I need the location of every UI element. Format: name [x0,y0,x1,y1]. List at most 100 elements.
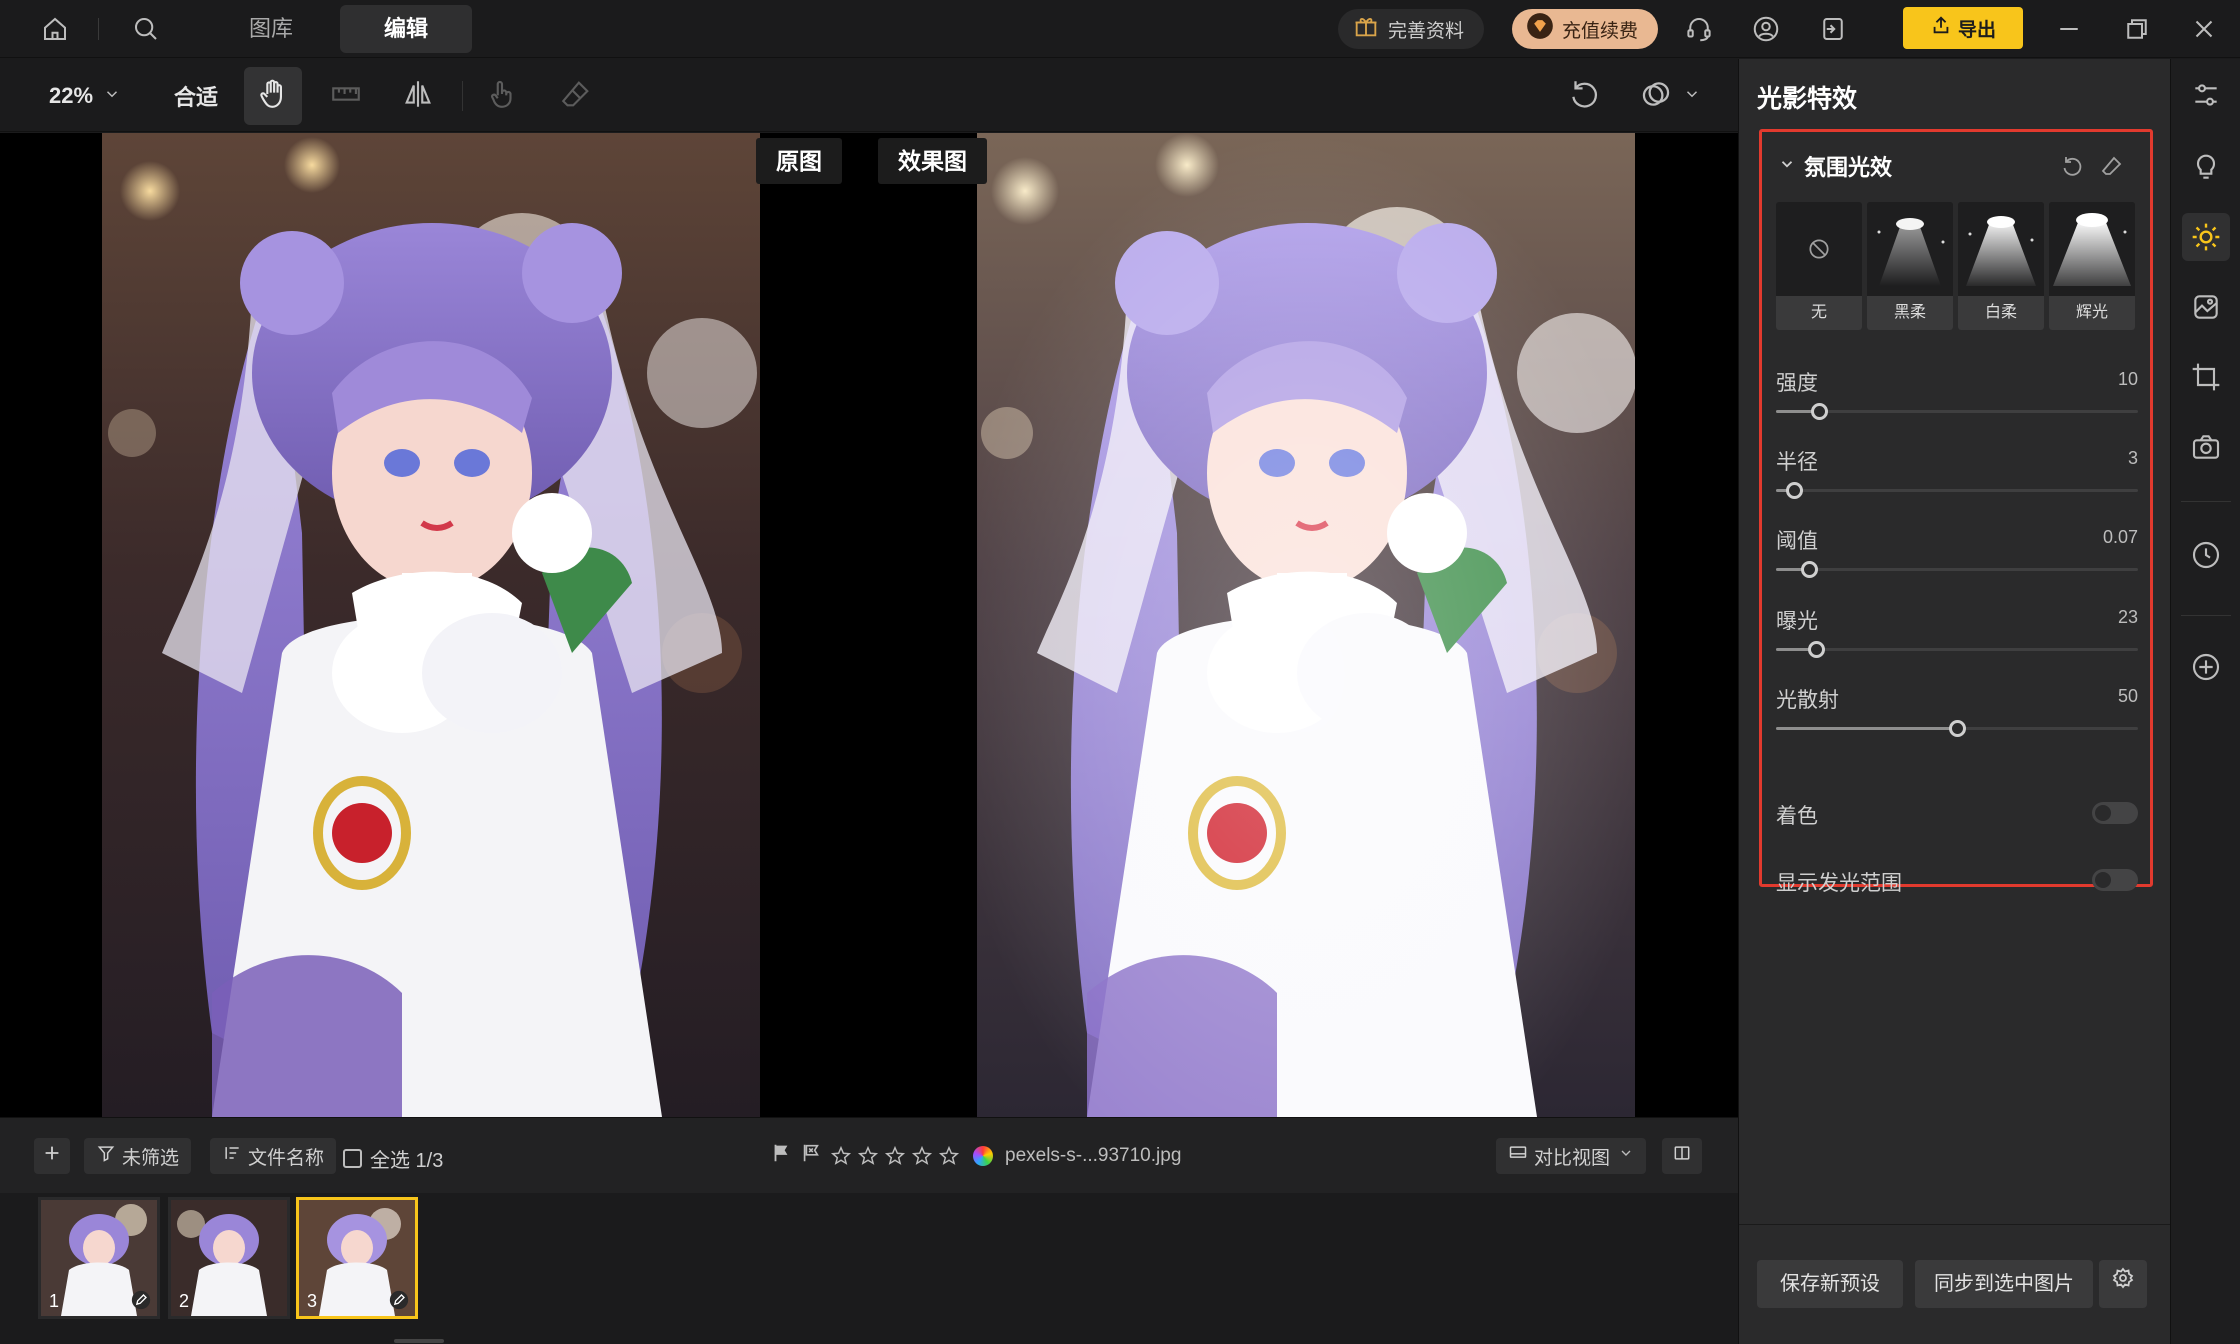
split-view-icon [1672,1143,1692,1169]
zoom-select[interactable]: 22% [40,67,130,125]
tint-toggle[interactable] [2092,802,2138,824]
save-preset-button[interactable]: 保存新预设 [1757,1260,1903,1308]
preset-label: 辉光 [2049,296,2135,330]
slider-knob[interactable] [1811,403,1829,420]
view-mode-label: 对比视图 [1534,1147,1611,1169]
sun-icon[interactable] [2182,213,2230,261]
sliders-icon[interactable] [2182,71,2230,119]
image-edit-icon[interactable] [2182,283,2230,331]
gem-icon [1526,12,1562,46]
glow-range-toggle[interactable] [2092,869,2138,891]
rating-bar: pexels-s-...93710.jpg [770,1142,1181,1169]
add-button[interactable] [34,1138,70,1174]
undo-icon [1567,77,1601,116]
sync-selected-button[interactable]: 同步到选中图片 [1915,1260,2093,1308]
home-icon[interactable] [36,10,74,48]
star-icon[interactable] [830,1145,852,1167]
undo-button[interactable] [1560,67,1608,125]
select-all-checkbox[interactable]: 全选 1/3 [343,1144,443,1173]
divider [2181,615,2231,616]
flip-tool[interactable] [394,67,442,125]
edited-icon [389,1290,409,1310]
split-view-button[interactable] [1662,1138,1702,1174]
preset-white-soft[interactable]: 白柔 [1958,202,2044,330]
scrollbar[interactable] [394,1339,444,1343]
section-header[interactable]: 氛围光效 [1778,150,1892,182]
fit-button[interactable]: 合适 [166,67,226,125]
slider-label: 半径 [1776,451,1818,474]
logout-icon[interactable] [1814,10,1852,48]
history-icon[interactable] [2182,531,2230,579]
slider-track[interactable] [1776,561,2138,578]
select-all-label: 全选 1/3 [370,1150,444,1172]
monitor-icon [1508,1143,1534,1169]
slider-track[interactable] [1776,482,2138,499]
export-button[interactable]: 导出 [1903,7,2023,49]
star-icon[interactable] [884,1145,906,1167]
chevron-down-icon [1683,85,1701,108]
minimize-icon[interactable] [2050,10,2088,48]
eraser-icon[interactable] [2100,154,2124,183]
scatter-slider[interactable]: 光散射 50 [1776,684,2138,744]
star-icon[interactable] [857,1145,879,1167]
threshold-slider[interactable]: 阈值 0.07 [1776,525,2138,585]
slider-track[interactable] [1776,720,2138,737]
section-title: 氛围光效 [1804,155,1893,180]
eraser-tool[interactable] [552,67,600,125]
filter-button[interactable]: 未筛选 [84,1138,192,1174]
bulb-icon[interactable] [2182,143,2230,191]
preset-black-soft[interactable]: 黑柔 [1867,202,1953,330]
slider-knob[interactable] [1949,720,1966,737]
complete-profile-button[interactable]: 完善资料 [1338,9,1485,49]
headset-icon[interactable] [1680,10,1718,48]
eraser-icon [559,77,593,116]
hand-tool[interactable] [244,67,302,125]
star-rating[interactable] [830,1145,965,1167]
thumbnail-selected[interactable]: 3 [296,1197,418,1319]
top-bar: 图库 编辑 完善资料 充值续费 导出 [0,0,2240,58]
recharge-button[interactable]: 充值续费 [1512,9,1659,49]
thumbnail[interactable]: 2 [168,1197,290,1319]
preset-settings-button[interactable] [2099,1260,2147,1308]
compare-mode-button[interactable] [1630,67,1710,125]
ruler-tool[interactable] [322,67,370,125]
slider-knob[interactable] [1786,482,1804,499]
touch-tool[interactable] [478,67,526,125]
original-photo [102,133,760,1117]
add-circle-icon[interactable] [2182,643,2230,691]
slider-knob[interactable] [1807,641,1825,658]
thumbnail[interactable]: 1 [38,1197,160,1319]
reset-icon[interactable] [2060,154,2084,183]
image-canvas[interactable]: 原图 效果图 [0,133,1738,1117]
radius-slider[interactable]: 半径 3 [1776,446,2138,506]
panel-title: 光影特效 [1757,85,1858,113]
preset-glow[interactable]: 辉光 [2049,202,2135,330]
user-icon[interactable] [1747,10,1785,48]
flag-icon[interactable] [770,1142,792,1169]
camera-icon[interactable] [2182,423,2230,471]
search-icon[interactable] [127,10,165,48]
color-label-icon[interactable] [973,1145,993,1166]
restore-icon[interactable] [2118,10,2156,48]
slider-knob[interactable] [1800,561,1818,578]
preset-none[interactable]: 无 [1776,202,1862,330]
tab-gallery[interactable]: 图库 [230,5,312,53]
tab-edit[interactable]: 编辑 [340,5,472,53]
star-icon[interactable] [938,1145,960,1167]
crop-icon[interactable] [2182,353,2230,401]
divider [2181,501,2231,502]
thumbnail-number: 3 [307,1291,318,1311]
reject-flag-icon[interactable] [800,1142,822,1169]
tool-rail [2170,59,2240,1344]
close-icon[interactable] [2185,10,2223,48]
complete-profile-label: 完善资料 [1388,20,1465,42]
view-mode-select[interactable]: 对比视图 [1496,1138,1647,1174]
sort-button[interactable]: 文件名称 [210,1138,337,1174]
intensity-slider[interactable]: 强度 10 [1776,367,2138,427]
star-icon[interactable] [911,1145,933,1167]
exposure-slider[interactable]: 曝光 23 [1776,605,2138,665]
thumbnail-strip: 1 2 3 [0,1193,1738,1344]
divider [1739,1224,2171,1225]
slider-track[interactable] [1776,641,2138,658]
slider-track[interactable] [1776,403,2138,420]
